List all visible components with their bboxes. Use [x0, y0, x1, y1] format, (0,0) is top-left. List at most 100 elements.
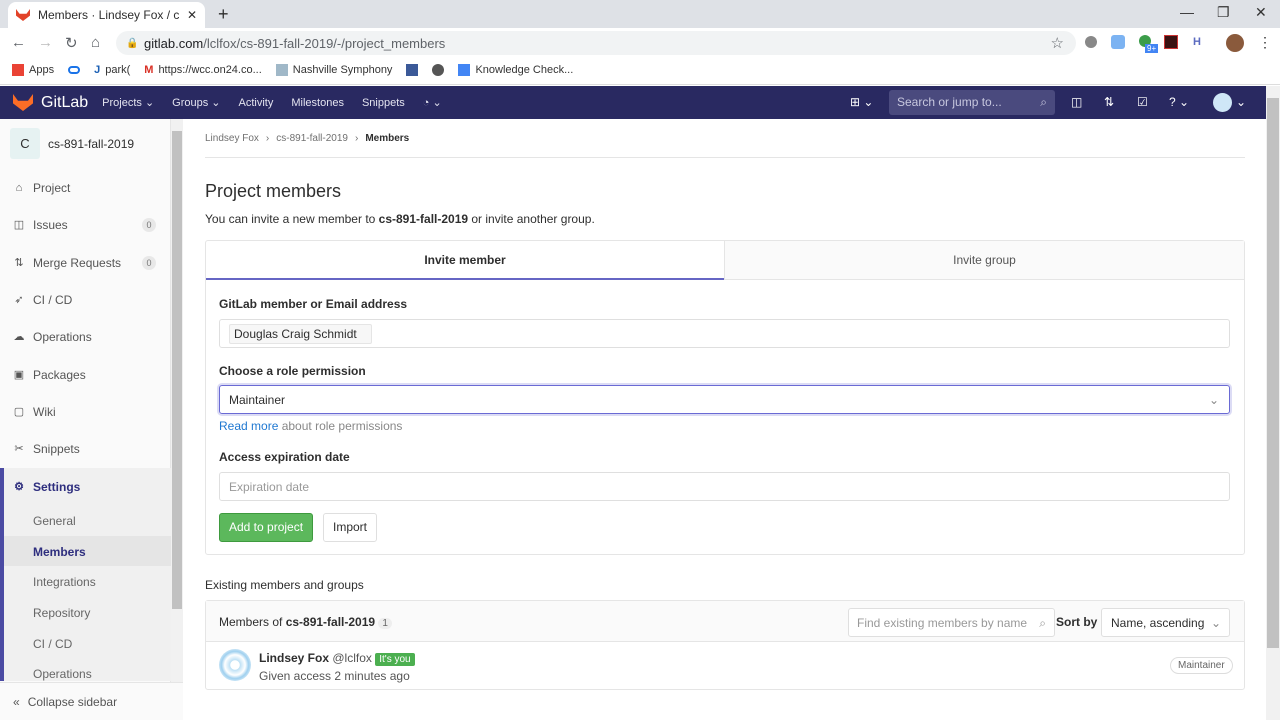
expiry-label: Access expiration date	[219, 450, 350, 464]
nav-projects[interactable]: Projects ⌄	[102, 96, 154, 109]
sidebar-sub-members[interactable]: Members	[33, 545, 86, 559]
bookmark-park[interactable]: Jpark(	[94, 64, 130, 76]
project-avatar[interactable]: C	[10, 128, 40, 159]
sidebar-sub-operations[interactable]: Operations	[33, 667, 92, 681]
sidebar-item-wiki[interactable]: ▢ Wiki	[0, 393, 171, 430]
issues-icon[interactable]: ◫	[1071, 95, 1082, 109]
member-avatar[interactable]	[219, 649, 251, 681]
tab-invite-member[interactable]: Invite member	[206, 241, 724, 280]
bookmark-globe[interactable]	[432, 64, 445, 77]
bookmark-facebook[interactable]	[406, 64, 419, 77]
sidebar-item-issues[interactable]: ◫ Issues 0	[0, 206, 171, 243]
new-tab-button[interactable]: +	[218, 4, 229, 25]
double-chevron-left-icon: «	[13, 694, 20, 709]
filter-members-input[interactable]: Find existing members by name ⌕	[848, 608, 1055, 637]
intro-text: You can invite a new member to cs-891-fa…	[205, 212, 595, 226]
sidebar-item-snippets[interactable]: ✂ Snippets	[0, 430, 171, 467]
chevron-down-icon: ⌄	[1208, 392, 1219, 407]
close-tab-icon[interactable]: ✕	[187, 8, 197, 22]
dashboard-icon[interactable]: ◔ ⌄	[423, 96, 442, 109]
nav-activity[interactable]: Activity	[239, 97, 274, 109]
merge-requests-icon[interactable]: ⇅	[1104, 95, 1114, 109]
extension-h-icon[interactable]: H	[1193, 36, 1201, 48]
home-icon: ⌂	[15, 181, 23, 194]
minimize-icon[interactable]: —	[1180, 4, 1194, 20]
role-select[interactable]: Maintainer ⌄	[219, 385, 1230, 414]
sidebar-scroll-thumb[interactable]	[172, 131, 182, 609]
chevron-down-icon[interactable]: ⌄	[1236, 95, 1246, 109]
back-icon[interactable]: ←	[11, 34, 26, 51]
role-label: Choose a role permission	[219, 364, 366, 378]
member-name-line: Lindsey Fox @lclfox It's you	[259, 651, 415, 666]
browser-tab[interactable]: Members · Lindsey Fox / cs-891-fall-2019…	[8, 2, 205, 28]
star-icon[interactable]: ☆	[1051, 34, 1064, 52]
chrome-menu-icon[interactable]: ⋮	[1258, 34, 1272, 51]
profile-avatar[interactable]	[1226, 34, 1244, 52]
restore-icon[interactable]: ❐	[1217, 4, 1230, 21]
member-token[interactable]: Douglas Craig Schmidt	[229, 323, 372, 344]
merge-request-icon: ⇅	[14, 257, 24, 269]
new-item-icon[interactable]: ⊞ ⌄	[850, 95, 873, 109]
gear-icon: ⚙	[14, 481, 24, 493]
extension-badge: 9+	[1145, 44, 1159, 53]
member-input[interactable]: Douglas Craig Schmidt	[219, 319, 1230, 348]
bookmark-link[interactable]	[68, 64, 81, 76]
sidebar-item-merge-requests[interactable]: ⇅ Merge Requests 0	[0, 244, 171, 281]
tab-invite-group[interactable]: Invite group	[724, 241, 1244, 280]
url-input[interactable]: 🔒 gitlab.com/lclfox/cs-891-fall-2019/-/pr…	[116, 31, 1076, 55]
sidebar-sub-ci-cd[interactable]: CI / CD	[33, 637, 72, 651]
todos-icon[interactable]: ☑	[1137, 95, 1148, 109]
breadcrumb-user[interactable]: Lindsey Fox	[205, 133, 259, 144]
chevron-down-icon: ⌄	[1210, 616, 1221, 630]
cloud-gear-icon: ☁	[13, 331, 25, 343]
gitlab-logo[interactable]: GitLab	[0, 94, 88, 112]
breadcrumb-project[interactable]: cs-891-fall-2019	[276, 133, 348, 144]
project-name[interactable]: cs-891-fall-2019	[48, 137, 134, 151]
nav-snippets[interactable]: Snippets	[362, 97, 405, 109]
home-icon[interactable]: ⌂	[91, 34, 100, 51]
member-access-time: Given access 2 minutes ago	[259, 669, 410, 683]
help-icon[interactable]: ? ⌄	[1169, 95, 1189, 109]
sidebar-sub-repository[interactable]: Repository	[33, 606, 90, 620]
search-icon: ⌕	[1039, 616, 1046, 630]
url-path: /lclfox/cs-891-fall-2019/-/project_membe…	[203, 35, 446, 51]
import-button[interactable]: Import	[323, 513, 378, 542]
acrobat-icon[interactable]	[1164, 35, 1178, 49]
forward-icon[interactable]: →	[38, 34, 53, 51]
sidebar-item-operations[interactable]: ☁ Operations	[0, 318, 171, 355]
extension-icon[interactable]	[1085, 36, 1097, 48]
reload-icon[interactable]: ↻	[65, 34, 78, 52]
sidebar-sub-general[interactable]: General	[33, 514, 76, 528]
user-avatar[interactable]	[1213, 93, 1232, 112]
sidebar-item-settings[interactable]: ⚙ Settings	[0, 468, 171, 505]
extension-icon[interactable]	[1111, 35, 1125, 49]
sort-dropdown[interactable]: Name, ascending ⌄	[1101, 608, 1230, 637]
nav-groups[interactable]: Groups ⌄	[172, 96, 220, 109]
nav-milestones[interactable]: Milestones	[291, 97, 344, 109]
read-more-text: Read more about role permissions	[219, 419, 403, 433]
sidebar-item-project[interactable]: ⌂ Project	[0, 169, 171, 206]
read-more-link[interactable]: Read more	[219, 419, 278, 433]
search-input[interactable]: Search or jump to... ⌕	[889, 90, 1055, 115]
divider	[205, 157, 1245, 158]
bookmark-gmail[interactable]: Mhttps://wcc.on24.co...	[144, 64, 262, 76]
book-icon: ▢	[13, 406, 25, 418]
close-window-icon[interactable]: ✕	[1255, 4, 1267, 21]
sort-label: Sort by	[1056, 615, 1098, 629]
sidebar-item-ci-cd[interactable]: ➶ CI / CD	[0, 281, 171, 318]
breadcrumb-current[interactable]: Members	[365, 133, 409, 144]
bookmark-knowledge[interactable]: Knowledge Check...	[458, 64, 573, 77]
page-scroll-thumb[interactable]	[1267, 98, 1279, 648]
sidebar-sub-integrations[interactable]: Integrations	[33, 575, 96, 589]
collapse-sidebar-button[interactable]: «Collapse sidebar	[0, 682, 183, 720]
rocket-icon: ➶	[14, 294, 24, 306]
its-you-badge: It's you	[375, 653, 415, 666]
scissors-icon: ✂	[14, 443, 24, 455]
sidebar-item-packages[interactable]: ▣ Packages	[0, 356, 171, 393]
issues-icon: ◫	[13, 219, 25, 231]
bookmark-nashville[interactable]: Nashville Symphony	[275, 64, 392, 77]
member-name[interactable]: Lindsey Fox	[259, 651, 329, 665]
bookmark-apps[interactable]: Apps	[12, 64, 54, 77]
expiry-date-input[interactable]: Expiration date	[219, 472, 1230, 501]
add-to-project-button[interactable]: Add to project	[219, 513, 314, 542]
